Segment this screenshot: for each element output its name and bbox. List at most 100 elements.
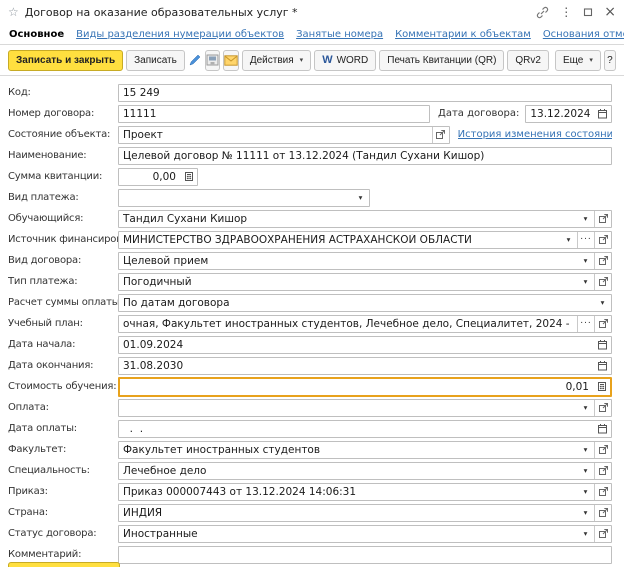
open-item-icon[interactable] bbox=[594, 316, 611, 332]
row-status-dogovora: Статус договора: ▾ bbox=[8, 523, 612, 544]
naimenovanie-input[interactable] bbox=[119, 148, 611, 164]
row-nomer-dogovora: Номер договора: Дата договора: bbox=[8, 103, 612, 124]
qrv2-button[interactable]: QRv2 bbox=[507, 50, 549, 71]
command-bar: Записать и закрыть Записать Действия ▾ W… bbox=[0, 45, 624, 76]
tab-kommentarii[interactable]: Комментарии к объектам bbox=[395, 29, 531, 40]
strana-field: ▾ bbox=[118, 504, 612, 522]
card-icon[interactable] bbox=[205, 50, 220, 71]
tab-vidy-razdeleniya[interactable]: Виды разделения нумерации объектов bbox=[76, 29, 284, 40]
vid-dogovora-input[interactable] bbox=[119, 253, 577, 269]
chevron-down-icon: ▾ bbox=[300, 56, 304, 64]
vid-platezha-input[interactable] bbox=[119, 190, 352, 206]
oplata-input[interactable] bbox=[119, 400, 577, 416]
chevron-down-icon: ▾ bbox=[601, 298, 605, 307]
specialnost-input[interactable] bbox=[119, 463, 577, 479]
combo-dropdown-button[interactable]: ▾ bbox=[577, 484, 594, 500]
help-button[interactable]: ? bbox=[604, 50, 616, 71]
data-nachala-input[interactable] bbox=[119, 337, 594, 353]
chevron-down-icon: ▾ bbox=[584, 508, 588, 517]
status-dogovora-field: ▾ bbox=[118, 525, 612, 543]
history-states-link[interactable]: История изменения состояний bbox=[458, 129, 612, 140]
combo-dropdown-button[interactable]: ▾ bbox=[577, 463, 594, 479]
row-data-okonchaniya: Дата окончания: bbox=[8, 355, 612, 376]
word-button[interactable]: W WORD bbox=[314, 50, 376, 71]
fakultet-field: ▾ bbox=[118, 441, 612, 459]
save-and-close-button[interactable]: Записать и закрыть bbox=[8, 50, 123, 71]
combo-dropdown-button[interactable]: ▾ bbox=[560, 232, 577, 248]
field-label: Состояние объекта: bbox=[8, 129, 118, 140]
data-okonchaniya-input[interactable] bbox=[119, 358, 594, 374]
pen-icon[interactable] bbox=[188, 50, 202, 71]
obuchayushchiysya-input[interactable] bbox=[119, 211, 577, 227]
open-item-icon[interactable] bbox=[594, 526, 611, 542]
envelope-icon[interactable] bbox=[223, 50, 239, 71]
calendar-icon[interactable] bbox=[594, 421, 611, 437]
tab-osnovaniya-otmetok[interactable]: Основания отметок bbox=[543, 29, 624, 40]
open-item-icon[interactable] bbox=[594, 463, 611, 479]
data-oplaty-field bbox=[118, 420, 612, 438]
prikaz-input[interactable] bbox=[119, 484, 577, 500]
row-vid-dogovora: Вид договора: ▾ bbox=[8, 250, 612, 271]
open-item-icon[interactable] bbox=[432, 127, 449, 143]
print-receipt-qr-button[interactable]: Печать Квитанции (QR) bbox=[379, 50, 504, 71]
summa-kvitancii-input[interactable] bbox=[119, 169, 180, 185]
uchebnyy-plan-input[interactable] bbox=[119, 316, 577, 332]
open-item-icon[interactable] bbox=[594, 232, 611, 248]
open-item-icon[interactable] bbox=[594, 484, 611, 500]
field-label: Дата договора: bbox=[438, 108, 519, 119]
nomer-input[interactable] bbox=[119, 106, 429, 122]
close-icon[interactable]: × bbox=[604, 5, 616, 19]
data-dogovora-input[interactable] bbox=[526, 106, 594, 122]
status-dogovora-input[interactable] bbox=[119, 526, 577, 542]
select-dots-button[interactable]: ... bbox=[577, 232, 594, 248]
get-link-icon[interactable] bbox=[536, 6, 549, 19]
combo-dropdown-button[interactable]: ▾ bbox=[577, 442, 594, 458]
open-item-icon[interactable] bbox=[594, 505, 611, 521]
row-sostoyanie: Состояние объекта: История изменения сос… bbox=[8, 124, 612, 145]
open-item-icon[interactable] bbox=[594, 442, 611, 458]
calendar-icon[interactable] bbox=[594, 337, 611, 353]
stoimost-obucheniya-input[interactable] bbox=[120, 379, 593, 395]
actions-menu-button[interactable]: Действия ▾ bbox=[242, 50, 311, 71]
calendar-icon[interactable] bbox=[594, 106, 611, 122]
save-button[interactable]: Записать bbox=[126, 50, 185, 71]
sostoyanie-input[interactable] bbox=[119, 127, 432, 143]
calculator-icon[interactable] bbox=[593, 379, 610, 395]
partially-visible-button[interactable] bbox=[8, 562, 120, 567]
restore-window-icon[interactable] bbox=[583, 7, 593, 17]
kommentariy-field bbox=[118, 546, 612, 564]
favorite-star-icon[interactable]: ☆ bbox=[8, 5, 19, 19]
tip-platezha-input[interactable] bbox=[119, 274, 577, 290]
raschet-summy-input[interactable] bbox=[119, 295, 594, 311]
istochnik-finansirovaniya-input[interactable] bbox=[119, 232, 560, 248]
calculator-icon[interactable] bbox=[180, 169, 197, 185]
open-item-icon[interactable] bbox=[594, 274, 611, 290]
combo-dropdown-button[interactable]: ▾ bbox=[577, 253, 594, 269]
combo-dropdown-button[interactable]: ▾ bbox=[577, 211, 594, 227]
row-istochnik-finansirovaniya: Источник финансирования: ▾ ... bbox=[8, 229, 612, 250]
row-naimenovanie: Наименование: bbox=[8, 145, 612, 166]
tab-osnovnoe[interactable]: Основное bbox=[9, 29, 64, 40]
combo-dropdown-button[interactable]: ▾ bbox=[352, 190, 369, 206]
calendar-icon[interactable] bbox=[594, 358, 611, 374]
window-title: Договор на оказание образовательных услу… bbox=[25, 6, 537, 19]
kod-input[interactable] bbox=[119, 85, 611, 101]
combo-dropdown-button[interactable]: ▾ bbox=[577, 400, 594, 416]
row-kod: Код: bbox=[8, 82, 612, 103]
tab-zanyatye-nomera[interactable]: Занятые номера bbox=[296, 29, 383, 40]
combo-dropdown-button[interactable]: ▾ bbox=[577, 526, 594, 542]
strana-input[interactable] bbox=[119, 505, 577, 521]
combo-dropdown-button[interactable]: ▾ bbox=[577, 505, 594, 521]
field-label: Источник финансирования: bbox=[8, 234, 118, 245]
combo-dropdown-button[interactable]: ▾ bbox=[594, 295, 611, 311]
combo-dropdown-button[interactable]: ▾ bbox=[577, 274, 594, 290]
data-oplaty-input[interactable] bbox=[119, 421, 594, 437]
fakultet-input[interactable] bbox=[119, 442, 577, 458]
open-item-icon[interactable] bbox=[594, 253, 611, 269]
select-dots-button[interactable]: ... bbox=[577, 316, 594, 332]
kommentariy-input[interactable] bbox=[119, 547, 611, 563]
open-item-icon[interactable] bbox=[594, 400, 611, 416]
open-item-icon[interactable] bbox=[594, 211, 611, 227]
kebab-menu-icon[interactable]: ⋮ bbox=[560, 5, 572, 19]
more-menu-button[interactable]: Еще ▾ bbox=[555, 50, 601, 71]
